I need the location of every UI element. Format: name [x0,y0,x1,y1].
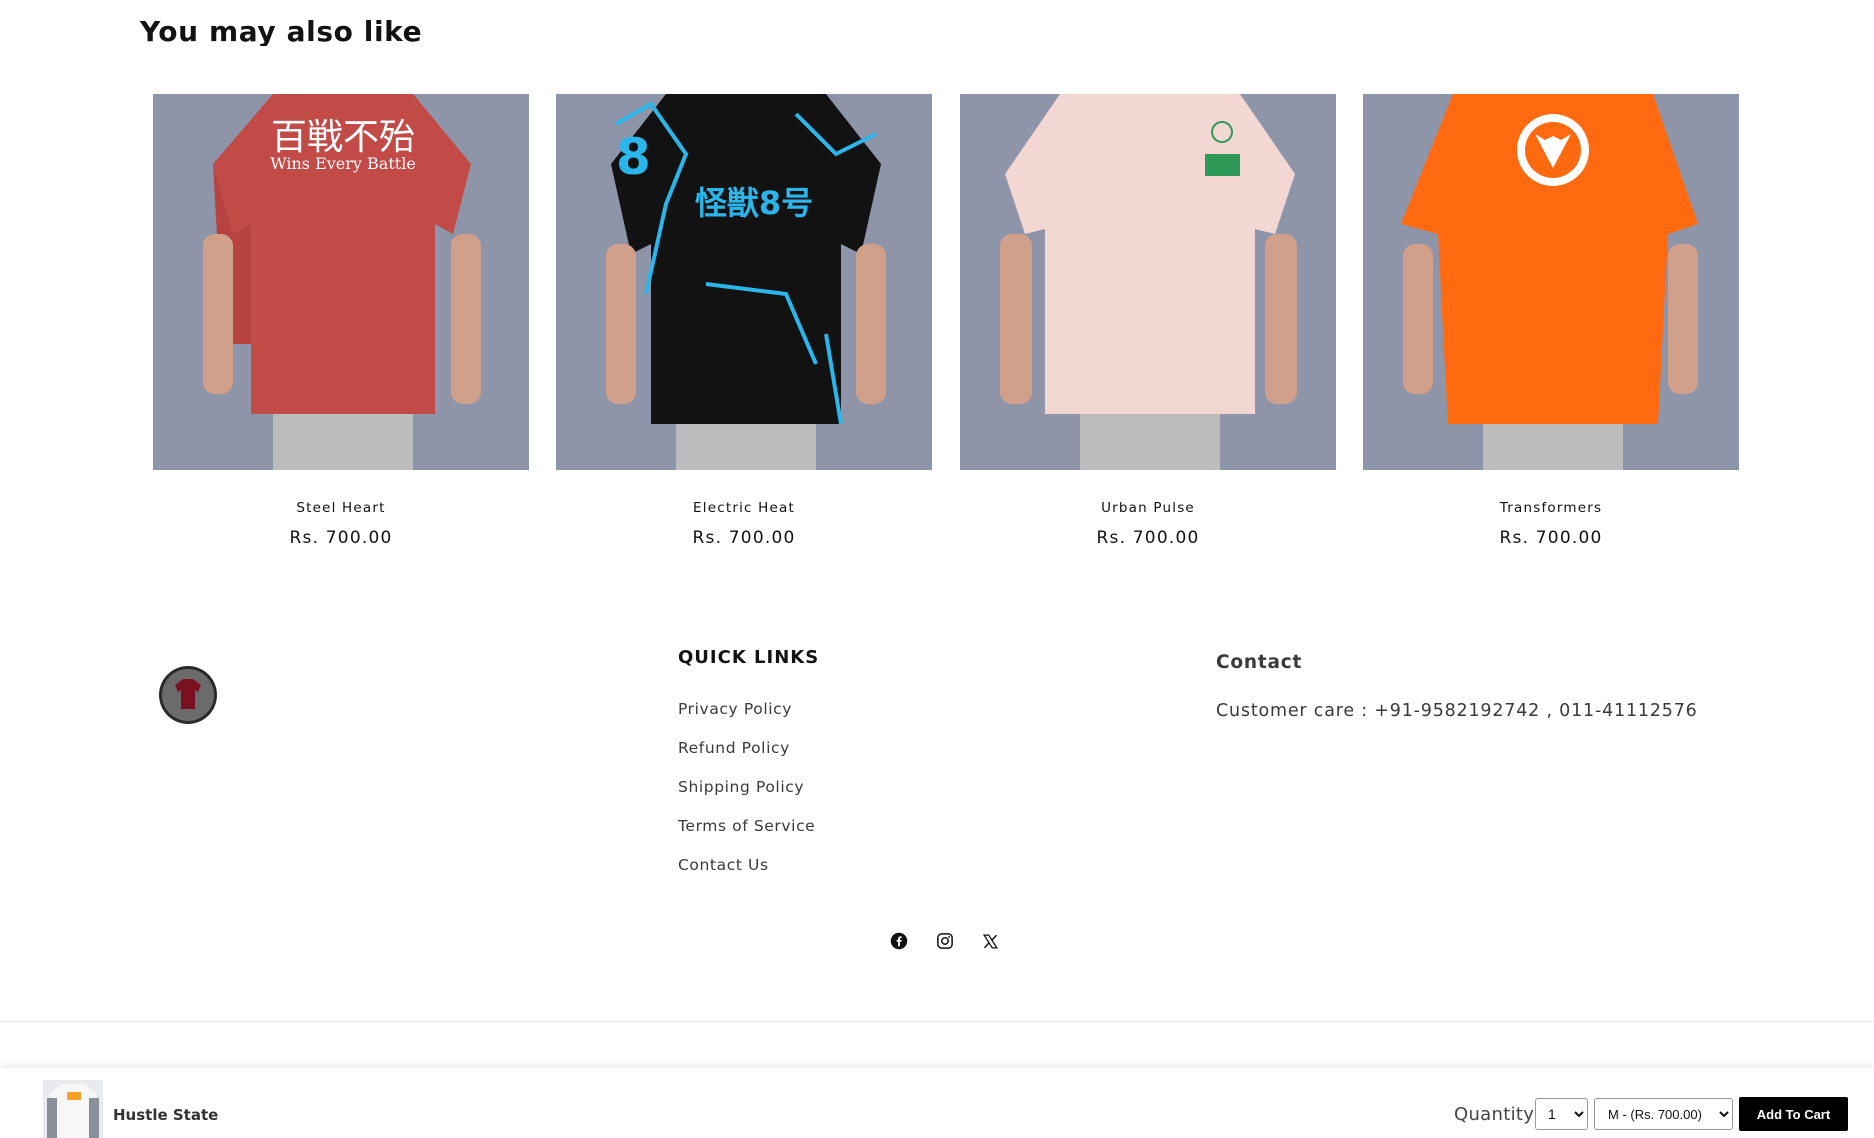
terms-of-service-link[interactable]: Terms of Service [678,817,815,835]
product-card[interactable]: Transformers Rs. 700.00 [1363,94,1739,564]
social-icons [886,928,1016,956]
product-name[interactable]: Steel Heart [153,500,529,516]
quick-link-item: Refund Policy [678,739,815,778]
footer-divider [0,1021,1874,1022]
product-name[interactable]: Electric Heat [556,500,932,516]
customer-care-text: Customer care : +91-9582192742 , 011-411… [1216,701,1698,721]
sticky-product-title: Hustle State [113,1106,219,1124]
product-name[interactable]: Transformers [1363,500,1739,516]
product-grid: 百戦不殆 Wins Every Battle Steel Heart Rs. 7… [153,94,1739,564]
product-price: Rs. 700.00 [1499,528,1603,548]
quick-link-item: Terms of Service [678,817,815,856]
tshirt-photo [960,94,1336,470]
tshirt-photo: 百戦不殆 Wins Every Battle [153,94,529,470]
tshirt-photo [1363,94,1739,470]
quantity-label: Quantity [1454,1104,1535,1125]
product-name[interactable]: Urban Pulse [960,500,1336,516]
svg-text:怪獣8号: 怪獣8号 [695,184,813,222]
product-card[interactable]: 8 怪獣8号 Electric Heat Rs. 700.00 [556,94,932,564]
variant-select[interactable]: M - (Rs. 700.00) [1594,1098,1733,1130]
product-image[interactable]: 8 怪獣8号 [556,94,932,470]
quick-links-heading: QUICK LINKS [678,647,820,668]
quick-link-item: Contact Us [678,856,815,895]
tshirt-photo: 8 怪獣8号 [556,94,932,470]
instagram-icon[interactable] [932,928,958,954]
quick-link-item: Shipping Policy [678,778,815,817]
section-heading: You may also like [140,15,423,46]
product-card[interactable]: 百戦不殆 Wins Every Battle Steel Heart Rs. 7… [153,94,529,564]
facebook-icon[interactable] [886,928,912,954]
contact-us-link[interactable]: Contact Us [678,856,769,874]
sticky-add-to-cart-bar: Hustle State Quantity 1 M - (Rs. 700.00)… [0,1068,1874,1138]
product-price: Rs. 700.00 [692,528,796,548]
product-card[interactable]: Urban Pulse Rs. 700.00 [960,94,1336,564]
add-to-cart-button[interactable]: Add To Cart [1739,1097,1848,1131]
product-image[interactable] [960,94,1336,470]
quick-links-list: Privacy Policy Refund Policy Shipping Po… [678,700,815,895]
product-image[interactable] [1363,94,1739,470]
svg-text:8: 8 [616,128,651,186]
product-price: Rs. 700.00 [289,528,393,548]
product-image[interactable]: 百戦不殆 Wins Every Battle [153,94,529,470]
quick-link-item: Privacy Policy [678,700,815,739]
contact-heading: Contact [1216,652,1303,673]
brand-logo-icon[interactable] [158,665,218,725]
privacy-policy-link[interactable]: Privacy Policy [678,700,792,718]
x-twitter-icon[interactable] [977,928,1003,954]
refund-policy-link[interactable]: Refund Policy [678,739,790,757]
svg-text:Wins Every Battle: Wins Every Battle [270,154,416,173]
shipping-policy-link[interactable]: Shipping Policy [678,778,804,796]
sticky-product-thumbnail [43,1080,103,1138]
product-price: Rs. 700.00 [1096,528,1200,548]
quantity-select[interactable]: 1 [1535,1098,1588,1130]
svg-text:百戦不殆: 百戦不殆 [271,117,415,158]
